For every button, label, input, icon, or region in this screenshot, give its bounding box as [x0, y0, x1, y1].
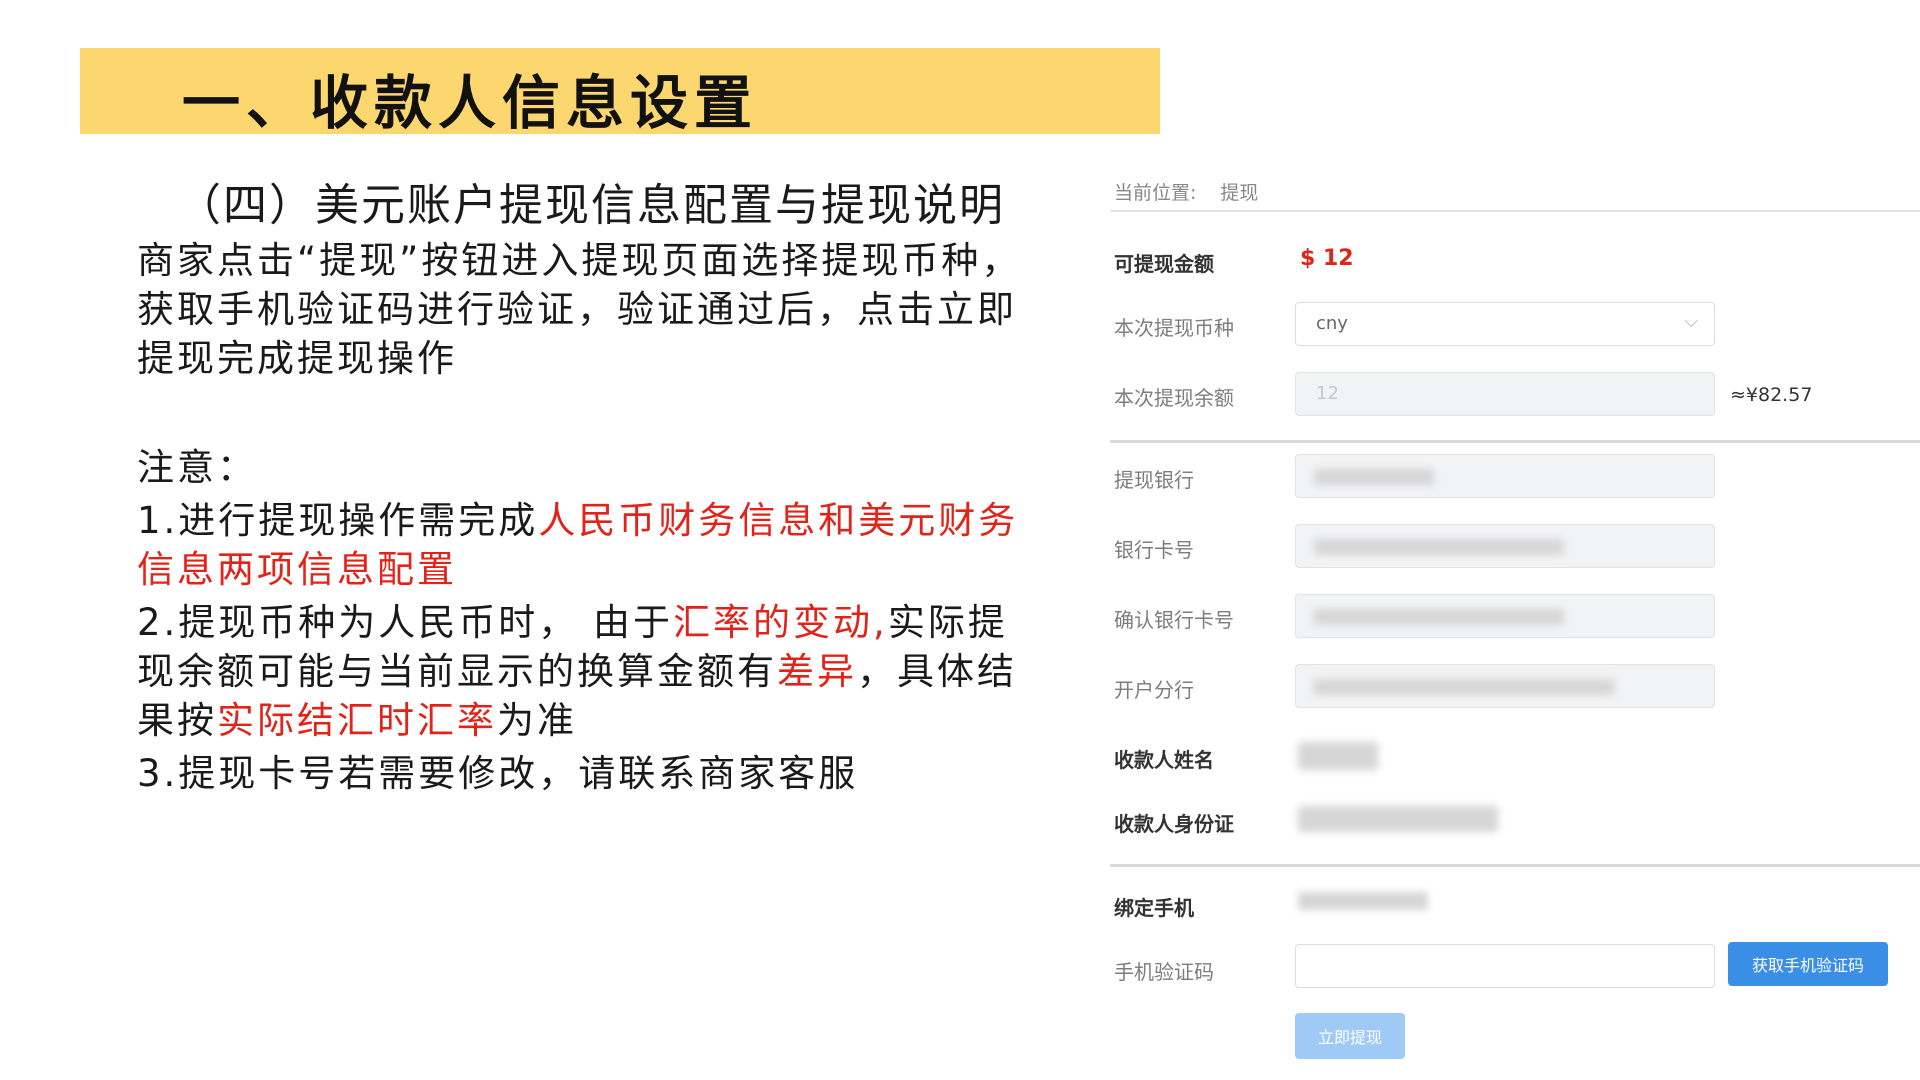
bank-label: 提现银行 — [1114, 468, 1194, 492]
currency-select[interactable]: cny ⌵ — [1295, 302, 1715, 346]
notice-item-3: 3.提现卡号若需要修改，请联系商家客服 — [137, 752, 859, 795]
converted-amount: ≈¥82.57 — [1730, 384, 1813, 406]
redacted-value — [1314, 539, 1564, 555]
section-subheading: （四）美元账户提现信息配置与提现说明 — [177, 180, 1005, 231]
redacted-phone — [1298, 892, 1428, 910]
sms-code-label: 手机验证码 — [1114, 960, 1214, 984]
branch-label: 开户分行 — [1114, 678, 1194, 702]
branch-field — [1295, 664, 1715, 708]
notice-item-2-text-1: 2.提现币种为人民币时， 由于 — [137, 601, 674, 644]
notice-item-1: 1.进行提现操作需完成人民币财务信息和美元财务信息两项信息配置 — [137, 496, 1037, 594]
notice-item-2-highlight-2: 差异 — [777, 650, 857, 693]
notice-item-2: 2.提现币种为人民币时， 由于汇率的变动,实际提现余额可能与当前显示的换算金额有… — [137, 598, 1037, 745]
divider — [1110, 864, 1920, 867]
bound-phone-label: 绑定手机 — [1114, 896, 1194, 920]
breadcrumb-label: 当前位置: — [1114, 182, 1197, 204]
divider — [1110, 440, 1920, 443]
available-amount-value: $ 12 — [1300, 246, 1354, 271]
breadcrumb: 当前位置: 提现 — [1114, 178, 1282, 205]
notice-label: 注意： — [137, 446, 257, 489]
get-sms-code-button[interactable]: 获取手机验证码 — [1728, 942, 1888, 986]
sms-code-input[interactable] — [1295, 944, 1715, 988]
balance-field: 12 — [1295, 372, 1715, 416]
notice-item-2-highlight-1: 汇率的变动, — [673, 601, 888, 644]
payee-id-label: 收款人身份证 — [1114, 812, 1234, 836]
confirm-card-field — [1295, 594, 1715, 638]
balance-field-value: 12 — [1316, 383, 1339, 404]
chevron-down-icon: ⌵ — [1684, 311, 1698, 332]
notice-block: 注意： 1.进行提现操作需完成人民币财务信息和美元财务信息两项信息配置 2.提现… — [137, 443, 1037, 798]
currency-label: 本次提现币种 — [1114, 316, 1234, 340]
card-number-label: 银行卡号 — [1114, 538, 1194, 562]
withdraw-form-screenshot: 当前位置: 提现 可提现金额 $ 12 本次提现币种 cny ⌵ 本次提现余额 1… — [1110, 170, 1920, 1080]
page-title: 一、收款人信息设置 — [182, 69, 759, 137]
redacted-payee-id — [1298, 806, 1498, 832]
instruction-text: （四）美元账户提现信息配置与提现说明 商家点击“提现”按钮进入提现页面选择提现币… — [137, 176, 1037, 798]
available-amount-label: 可提现金额 — [1114, 252, 1214, 276]
redacted-payee-name — [1298, 742, 1378, 770]
withdraw-now-button[interactable]: 立即提现 — [1295, 1013, 1405, 1059]
card-number-field — [1295, 524, 1715, 568]
divider — [1110, 210, 1920, 212]
intro-paragraph: 商家点击“提现”按钮进入提现页面选择提现币种，获取手机验证码进行验证，验证通过后… — [137, 239, 1022, 380]
payee-name-label: 收款人姓名 — [1114, 748, 1214, 772]
title-banner: 一、收款人信息设置 — [80, 48, 1160, 137]
balance-label: 本次提现余额 — [1114, 386, 1234, 410]
redacted-value — [1314, 469, 1434, 485]
notice-item-2-highlight-3: 实际结汇时汇率 — [217, 699, 497, 742]
breadcrumb-current[interactable]: 提现 — [1220, 182, 1258, 204]
notice-item-1-text: 1.进行提现操作需完成 — [137, 499, 539, 542]
redacted-value — [1314, 679, 1614, 695]
currency-select-value: cny — [1316, 313, 1348, 334]
redacted-value — [1314, 609, 1564, 625]
notice-item-2-text-4: 为准 — [497, 699, 577, 742]
bank-field — [1295, 454, 1715, 498]
confirm-card-label: 确认银行卡号 — [1114, 608, 1234, 632]
